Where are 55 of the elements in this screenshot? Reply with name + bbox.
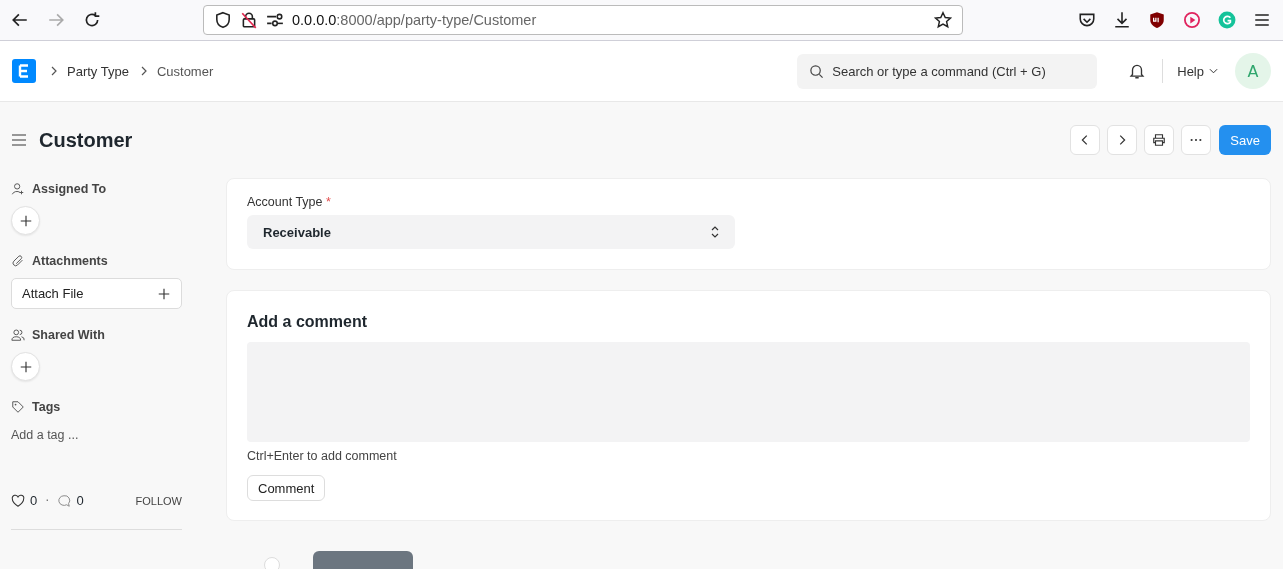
attach-file-button[interactable]: Attach File (11, 278, 182, 309)
plus-icon (157, 286, 171, 301)
timeline-dot (264, 557, 280, 569)
add-tag-field[interactable]: Add a tag ... (11, 428, 171, 442)
add-button[interactable] (11, 352, 40, 381)
shield-extension-icon[interactable] (1148, 11, 1166, 29)
comment-icon[interactable] (57, 493, 72, 508)
search-field[interactable]: Search or type a command (Ctrl + G) (797, 53, 1098, 89)
breadcrumb-link[interactable]: Customer (156, 63, 214, 79)
like-count: 0 (30, 493, 38, 508)
shield-icon[interactable] (214, 11, 232, 29)
comment-count: 0 (76, 493, 84, 508)
download-icon[interactable] (1113, 11, 1131, 29)
select-arrows-icon (711, 225, 719, 239)
page-title: Customer (39, 128, 133, 152)
play-extension-icon[interactable] (1183, 11, 1201, 29)
assign-user-icon (11, 182, 25, 196)
section-title: Attachments (32, 254, 108, 268)
url-bar[interactable]: 0.0.0.0:8000/app/party-type/Customer (203, 5, 963, 35)
field-label: Account Type * (247, 195, 332, 209)
insecure-lock-icon[interactable] (240, 11, 258, 29)
chevron-right-icon (139, 65, 148, 77)
paperclip-icon (11, 254, 25, 268)
pocket-icon[interactable] (1078, 11, 1096, 29)
star-icon[interactable] (934, 11, 952, 29)
heart-icon[interactable] (11, 493, 25, 508)
menu-icon[interactable] (1253, 11, 1271, 29)
help-menu[interactable]: Help (1177, 63, 1218, 79)
section-title: Assigned To (32, 182, 107, 196)
reload-icon[interactable] (83, 11, 101, 29)
printer-icon (1152, 133, 1167, 147)
sidebar-toggle-icon[interactable] (11, 132, 27, 148)
back-icon[interactable] (11, 11, 29, 29)
account-type-select[interactable]: Receivable (247, 215, 735, 249)
required-mark: * (326, 195, 331, 209)
follow-link[interactable]: FOLLOW (135, 494, 182, 507)
separator-dot: · (45, 493, 50, 508)
comment-hint: Ctrl+Enter to add comment (247, 449, 398, 463)
comment-button[interactable]: Comment (247, 475, 326, 501)
url-text: 0.0.0.0:8000/app/party-type/Customer (292, 12, 537, 28)
users-icon (11, 328, 25, 342)
section-title: Tags (32, 400, 61, 414)
add-button[interactable] (11, 206, 40, 235)
plus-icon (18, 359, 33, 374)
breadcrumb-link[interactable]: Party Type (67, 63, 129, 79)
plus-icon (18, 213, 33, 228)
caret-down-icon (1209, 68, 1218, 74)
printer-button[interactable] (1144, 125, 1175, 155)
permissions-icon[interactable] (266, 11, 284, 29)
chevron-right-icon (50, 65, 58, 77)
tag-icon (11, 400, 25, 414)
comment-heading: Add a comment (247, 313, 368, 331)
section-title: Shared With (32, 328, 105, 342)
notification-bell-icon[interactable] (1128, 62, 1147, 80)
app-logo[interactable] (12, 59, 36, 83)
